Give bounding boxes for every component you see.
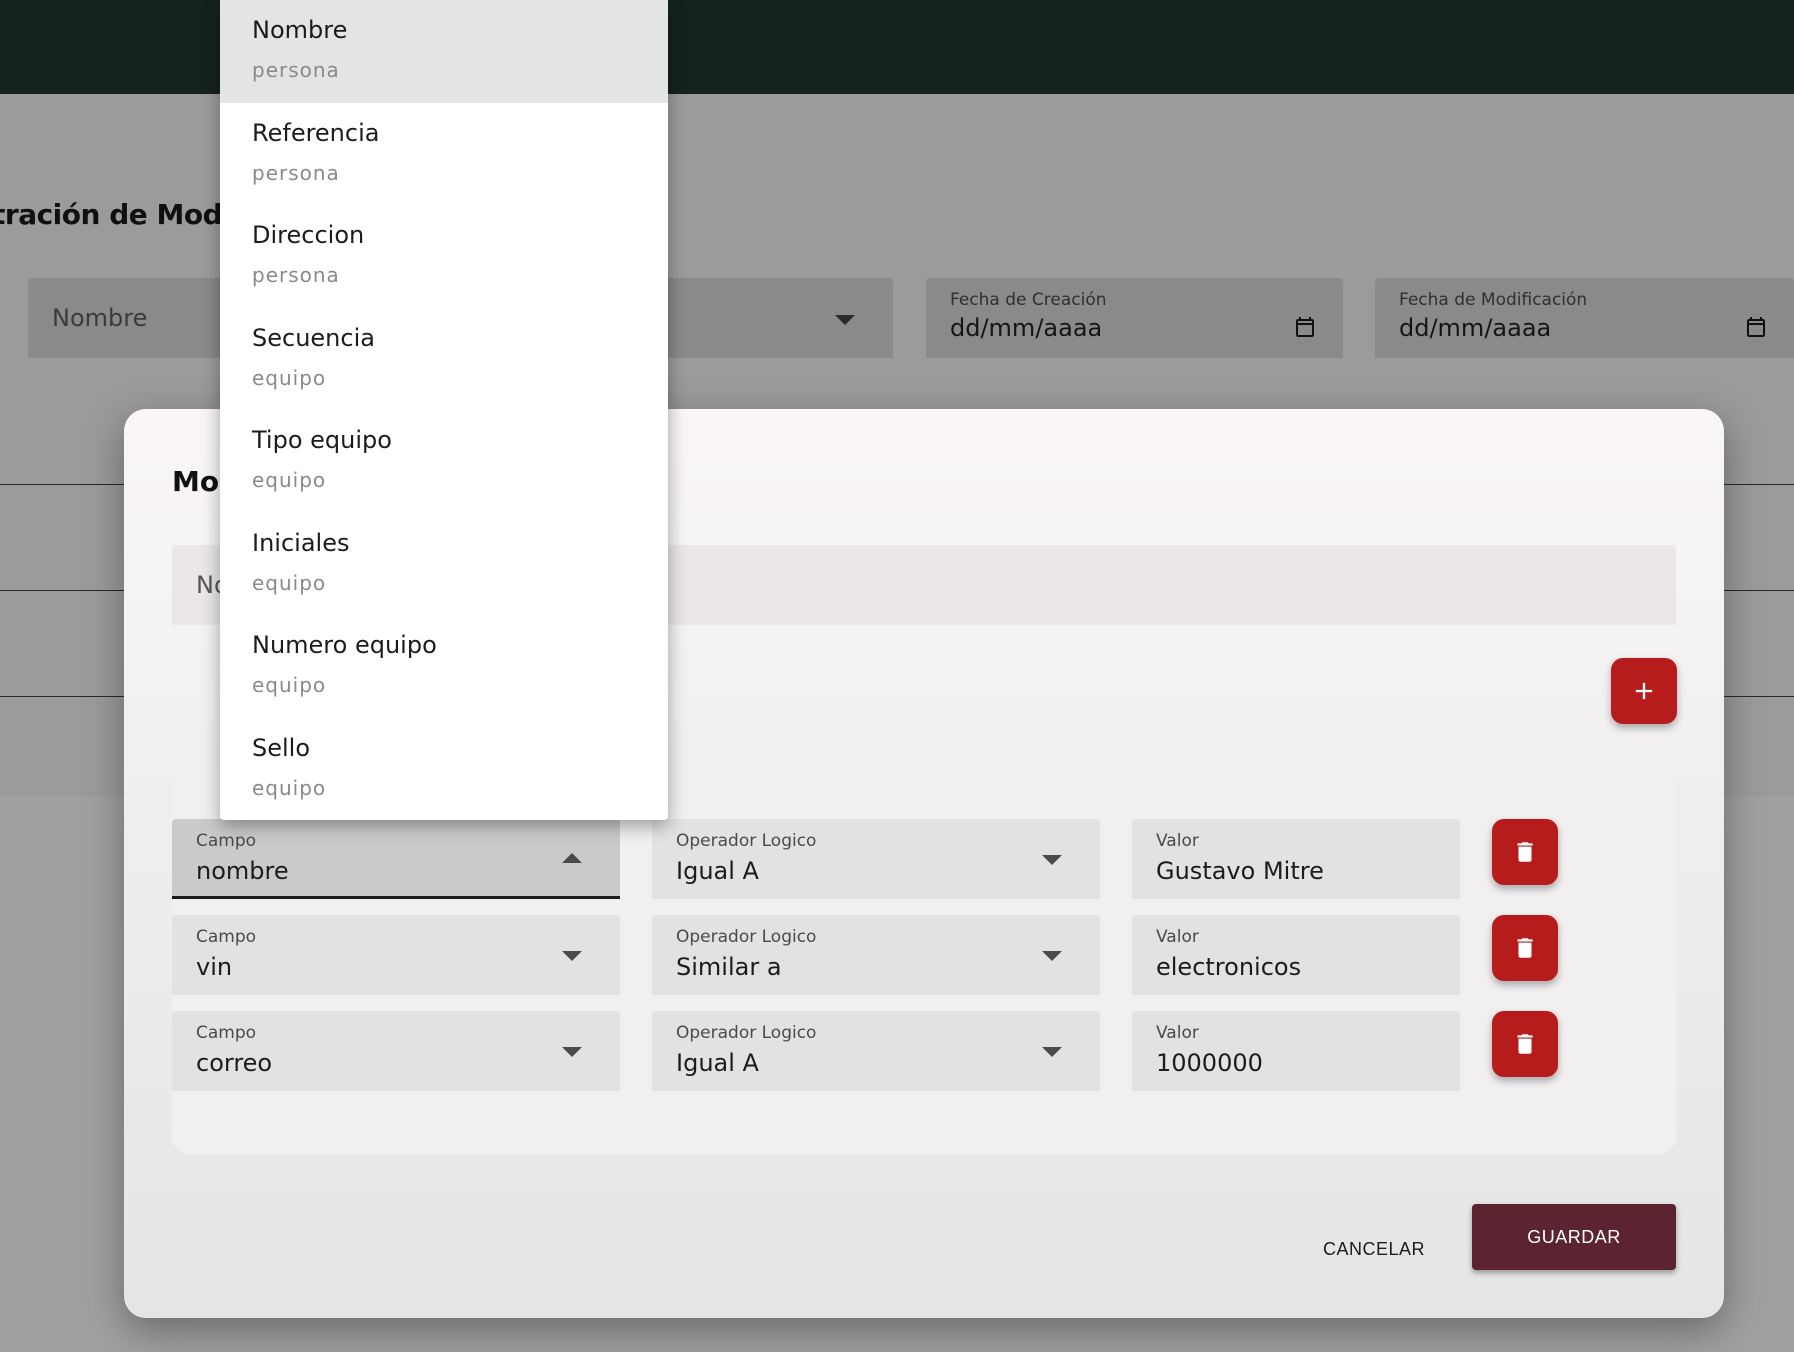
option-label: Nombre xyxy=(252,16,348,44)
campo-value: correo xyxy=(196,1049,273,1077)
table-divider xyxy=(0,484,124,485)
campo-label: Campo xyxy=(196,1023,257,1043)
operador-value: Igual A xyxy=(676,1049,759,1077)
table-divider xyxy=(1724,590,1794,591)
delete-rule-button[interactable] xyxy=(1492,1011,1558,1077)
option-group: equipo xyxy=(252,673,327,697)
option-group: persona xyxy=(252,58,340,82)
trash-icon xyxy=(1517,938,1533,958)
filter-fecha-creacion-value: dd/mm/aaaa xyxy=(950,314,1103,342)
operador-select[interactable]: Operador Logico Similar a xyxy=(652,915,1100,995)
operador-label: Operador Logico xyxy=(676,831,817,851)
campo-select[interactable]: Campo vin xyxy=(172,915,620,995)
trash-icon xyxy=(1517,842,1533,862)
dropdown-option[interactable]: Direccion persona xyxy=(220,205,668,308)
valor-label: Valor xyxy=(1156,1023,1199,1043)
operador-select[interactable]: Operador Logico Igual A xyxy=(652,819,1100,899)
chevron-down-icon xyxy=(562,1047,582,1057)
option-label: Iniciales xyxy=(252,528,350,557)
campo-select[interactable]: Campo correo xyxy=(172,1011,620,1091)
campo-value: nombre xyxy=(196,857,289,885)
filter-fecha-creacion-label: Fecha de Creación xyxy=(950,290,1107,310)
campo-select[interactable]: Campo nombre xyxy=(172,819,620,899)
cancel-button[interactable]: CANCELAR xyxy=(1284,1216,1464,1282)
option-label: Secuencia xyxy=(252,323,375,352)
dropdown-option[interactable]: Secuencia equipo xyxy=(220,308,668,411)
calendar-icon[interactable] xyxy=(1293,315,1317,339)
delete-rule-button[interactable] xyxy=(1492,915,1558,981)
calendar-icon[interactable] xyxy=(1744,315,1768,339)
option-label: Sello xyxy=(252,733,311,762)
filter-fecha-modificacion-value: dd/mm/aaaa xyxy=(1399,314,1552,342)
dropdown-option[interactable]: Referencia persona xyxy=(220,103,668,206)
option-group: persona xyxy=(252,160,340,185)
filter-fecha-modificacion[interactable]: Fecha de Modificación dd/mm/aaaa xyxy=(1375,278,1794,358)
trash-icon xyxy=(1517,1034,1533,1054)
valor-input[interactable]: Valor electronicos xyxy=(1132,915,1460,995)
chevron-down-icon xyxy=(1042,855,1062,865)
rule-row: Campo vin Operador Logico Similar a Valo… xyxy=(172,915,1572,995)
valor-value: electronicos xyxy=(1156,953,1302,981)
operador-value: Similar a xyxy=(676,953,782,981)
option-label: Referencia xyxy=(252,118,380,147)
filter-nombre-placeholder: Nombre xyxy=(52,304,148,332)
campo-value: vin xyxy=(196,953,233,981)
table-divider xyxy=(0,590,124,591)
dropdown-option[interactable]: Sello equipo xyxy=(220,718,668,821)
option-group: equipo xyxy=(252,570,327,595)
option-label: Tipo equipo xyxy=(252,426,392,454)
chevron-up-icon xyxy=(562,853,582,863)
valor-value: 1000000 xyxy=(1156,1049,1263,1077)
dropdown-option[interactable]: Numero equipo equipo xyxy=(220,615,668,718)
valor-label: Valor xyxy=(1156,927,1199,947)
filter-fecha-creacion[interactable]: Fecha de Creación dd/mm/aaaa xyxy=(926,278,1343,358)
campo-label: Campo xyxy=(196,831,257,851)
campo-label: Campo xyxy=(196,927,257,947)
dropdown-option[interactable]: Iniciales equipo xyxy=(220,513,668,616)
valor-input[interactable]: Valor Gustavo Mitre xyxy=(1132,819,1460,899)
chevron-down-icon xyxy=(1042,951,1062,961)
option-group: equipo xyxy=(252,468,327,492)
chevron-down-icon xyxy=(1042,1047,1062,1057)
delete-rule-button[interactable] xyxy=(1492,819,1558,885)
add-rule-button[interactable] xyxy=(1611,658,1677,724)
rule-row: Campo nombre Operador Logico Igual A Val… xyxy=(172,819,1572,899)
chevron-down-icon xyxy=(835,315,855,325)
dropdown-option[interactable]: Tipo equipo equipo xyxy=(220,410,668,513)
valor-input[interactable]: Valor 1000000 xyxy=(1132,1011,1460,1091)
operador-label: Operador Logico xyxy=(676,927,817,947)
rule-row: Campo correo Operador Logico Igual A Val… xyxy=(172,1011,1572,1091)
option-label: Numero equipo xyxy=(252,631,437,659)
option-group: equipo xyxy=(252,365,327,390)
option-group: equipo xyxy=(252,775,327,800)
save-button[interactable]: GUARDAR xyxy=(1472,1204,1676,1270)
dropdown-option[interactable]: Nombre persona xyxy=(220,0,668,103)
option-label: Direccion xyxy=(252,221,365,249)
campo-dropdown-menu: Nombre persona Referencia persona Direcc… xyxy=(220,0,668,820)
valor-value: Gustavo Mitre xyxy=(1156,857,1324,885)
operador-label: Operador Logico xyxy=(676,1023,817,1043)
filter-fecha-modificacion-label: Fecha de Modificación xyxy=(1399,290,1588,310)
chevron-down-icon xyxy=(562,951,582,961)
operador-select[interactable]: Operador Logico Igual A xyxy=(652,1011,1100,1091)
valor-label: Valor xyxy=(1156,831,1199,851)
operador-value: Igual A xyxy=(676,857,759,885)
table-divider xyxy=(0,696,124,697)
option-group: persona xyxy=(252,263,340,287)
table-divider xyxy=(1724,484,1794,485)
table-divider xyxy=(1724,696,1794,697)
plus-icon xyxy=(1635,682,1653,700)
